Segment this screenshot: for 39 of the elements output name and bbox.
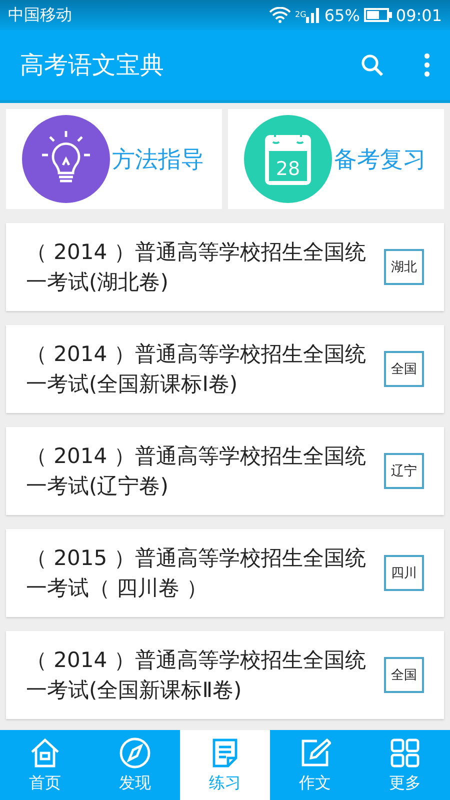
paper-title: （ 2014 ）普通高等学校招生全国统一考试(全国新课标Ⅱ卷) <box>26 647 367 704</box>
paper-title: （ 2015 ）普通高等学校招生全国统一考试（ 四川卷 ） <box>26 545 367 602</box>
paper-card[interactable]: （ 2015 ）普通高等学校招生全国统一考试（ 四川卷 ） 四川 <box>6 529 444 617</box>
paper-card[interactable]: （ 2014 ）普通高等学校招生全国统一考试(全国新课标Ⅱ卷) 全国 <box>6 631 444 719</box>
paper-card[interactable]: （ 2014 ）普通高等学校招生全国统一考试(湖北卷) 湖北 <box>6 223 444 311</box>
network-label: 2G <box>295 10 306 18</box>
clock: 09:01 <box>396 6 442 24</box>
carrier-name: 中国移动 <box>8 4 72 26</box>
home-icon <box>29 736 61 768</box>
paper-card[interactable]: （ 2014 ）普通高等学校招生全国统一考试(全国新课标Ⅰ卷) 全国 <box>6 325 444 413</box>
shortcut-card[interactable]: 28 备考复习 <box>228 109 444 209</box>
grid-icon <box>389 736 421 768</box>
app-title: 高考语文宝典 <box>20 50 165 81</box>
region-tag: 全国 <box>384 657 424 693</box>
paper-title: （ 2014 ）普通高等学校招生全国统一考试(全国新课标Ⅰ卷) <box>26 341 367 398</box>
nav-tab[interactable]: 发现 <box>90 730 180 800</box>
nav-tab[interactable]: 作文 <box>270 730 360 800</box>
paper-card[interactable]: （ 2014 ）普通高等学校招生全国统一考试(辽宁卷) 辽宁 <box>6 427 444 515</box>
nav-tab[interactable]: 更多 <box>360 730 450 800</box>
paper-title: （ 2014 ）普通高等学校招生全国统一考试(辽宁卷) <box>26 443 367 500</box>
shortcut-label: 方法指导 <box>112 146 204 174</box>
region-tag: 辽宁 <box>384 453 424 489</box>
pencil-square-icon <box>299 736 331 768</box>
calendar-icon: 28 <box>244 115 332 203</box>
search-icon[interactable] <box>360 53 384 77</box>
nav-tab[interactable]: 首页 <box>0 730 90 800</box>
battery-percent: 65% <box>324 6 360 24</box>
compass-icon <box>119 736 151 768</box>
more-menu-icon[interactable] <box>424 53 430 77</box>
paper-title: （ 2014 ）普通高等学校招生全国统一考试(湖北卷) <box>26 239 367 296</box>
region-tag: 四川 <box>384 555 424 591</box>
signal-icon <box>306 7 320 23</box>
shortcut-label: 备考复习 <box>334 146 426 174</box>
battery-icon <box>364 8 392 22</box>
shortcut-card[interactable]: 方法指导 <box>6 109 222 209</box>
region-tag: 全国 <box>384 351 424 387</box>
nav-tab[interactable]: 练习 <box>180 730 270 800</box>
region-tag: 湖北 <box>384 249 424 285</box>
wifi-icon <box>269 7 292 23</box>
